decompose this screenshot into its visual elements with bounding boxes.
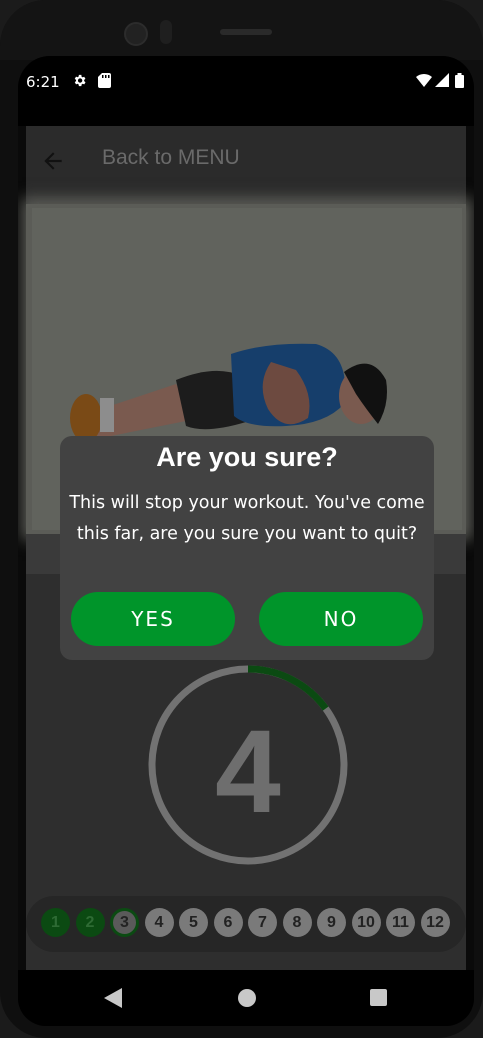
exercise-pager: 1 2 3 4 5 6 7 8 9 10 11 12 bbox=[26, 896, 466, 952]
nav-back-icon[interactable] bbox=[104, 988, 122, 1008]
timer-ring: 4 bbox=[147, 664, 349, 866]
dialog-message: This will stop your workout. You've come… bbox=[69, 493, 425, 544]
app-toolbar: Back to MENU bbox=[26, 126, 466, 196]
exercise-step-5: 5 bbox=[179, 908, 208, 937]
nav-home-icon[interactable] bbox=[238, 989, 256, 1007]
nav-recents-icon[interactable] bbox=[370, 989, 387, 1006]
no-button[interactable]: NO bbox=[259, 592, 423, 646]
exercise-step-6: 6 bbox=[213, 908, 243, 937]
exercise-step-1: 1 bbox=[41, 908, 70, 937]
arrow-back-icon[interactable] bbox=[40, 148, 66, 174]
exercise-step-10: 10 bbox=[351, 908, 381, 937]
exercise-step-11: 11 bbox=[386, 908, 415, 937]
quit-confirm-dialog: Are you sure? This will stop your workou… bbox=[60, 436, 434, 660]
exercise-step-3: 3 bbox=[110, 908, 139, 937]
exercise-step-2: 2 bbox=[75, 908, 105, 937]
exercise-step-4: 4 bbox=[144, 908, 174, 937]
battery-icon bbox=[455, 73, 464, 88]
earpiece-speaker bbox=[220, 29, 272, 35]
dialog-title: Are you sure? bbox=[156, 442, 338, 472]
settings-icon bbox=[72, 73, 87, 88]
front-camera bbox=[124, 22, 148, 46]
exercise-step-8: 8 bbox=[282, 908, 312, 937]
status-time: 6:21 bbox=[26, 73, 60, 91]
yes-button[interactable]: YES bbox=[71, 592, 235, 646]
toolbar-title[interactable]: Back to MENU bbox=[102, 146, 240, 170]
exercise-step-12: 12 bbox=[420, 908, 450, 937]
phone-frame: 6:21 Back to MENU 4 1 2 3 4 5 6 7 8 9 10… bbox=[0, 0, 483, 1038]
exercise-step-7: 7 bbox=[248, 908, 277, 937]
wifi-icon bbox=[416, 73, 432, 87]
signal-icon bbox=[435, 73, 449, 87]
timer-value: 4 bbox=[215, 706, 281, 838]
sd-card-icon bbox=[98, 73, 111, 88]
status-bar: 6:21 bbox=[18, 56, 474, 126]
system-nav-bar bbox=[18, 970, 474, 1026]
sensor bbox=[160, 20, 172, 44]
exercise-step-9: 9 bbox=[317, 908, 346, 937]
